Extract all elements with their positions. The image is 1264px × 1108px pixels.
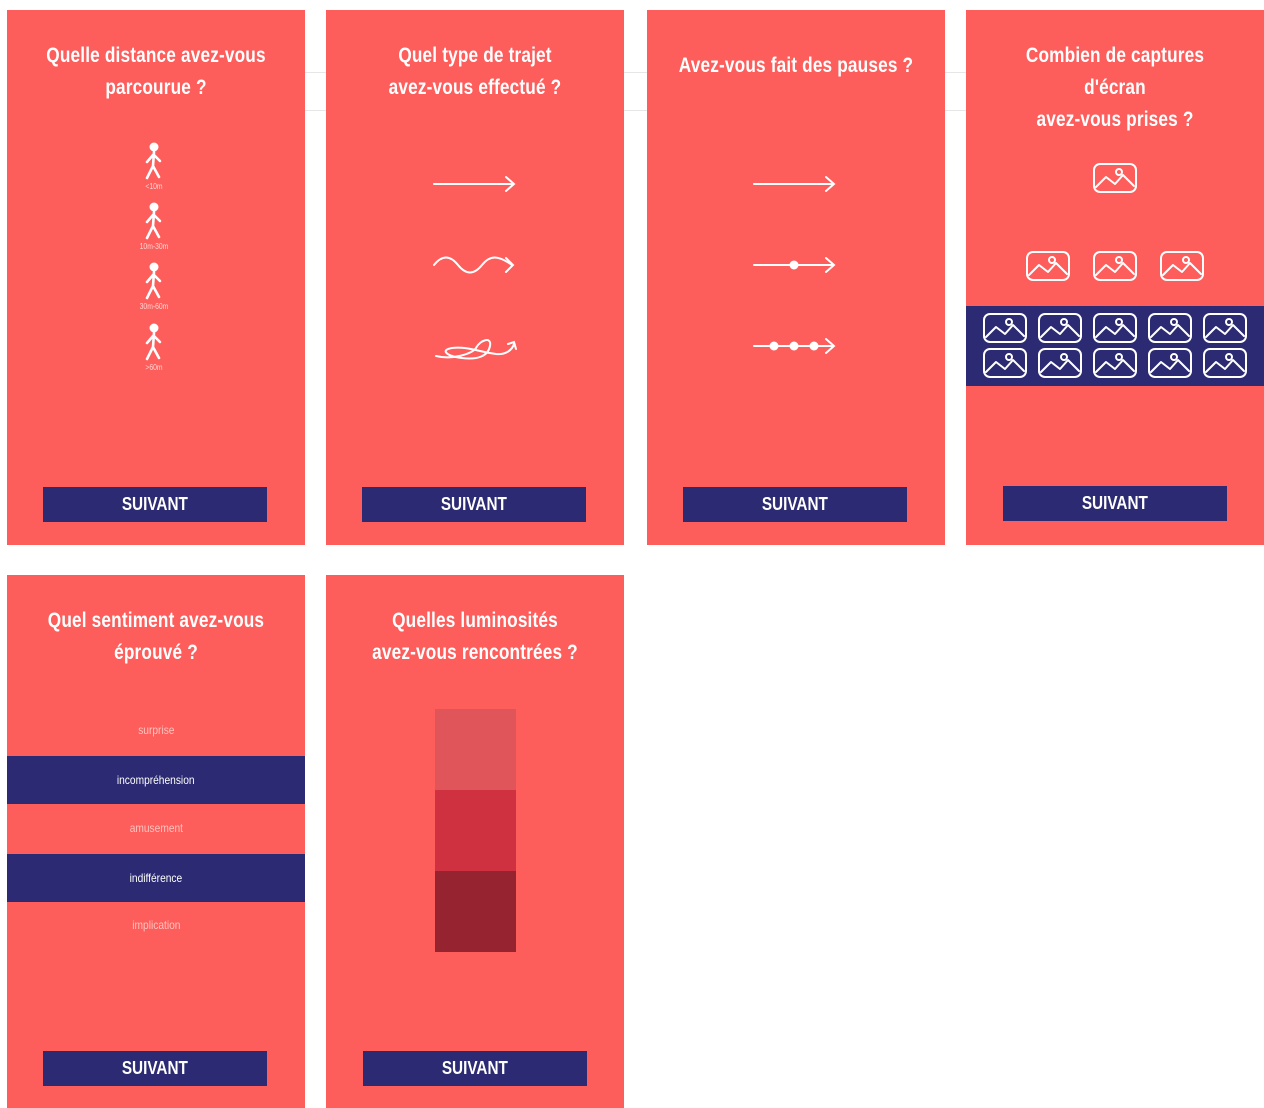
image-icon — [1038, 313, 1082, 343]
sentiment-option-surprise[interactable]: surprise — [7, 706, 305, 754]
title-line: Avez-vous fait des pauses ? — [678, 54, 914, 77]
one-pause-arrow-icon[interactable] — [752, 255, 838, 275]
sentiment-label: amusement — [129, 821, 183, 835]
screen-luminosite: Quelles luminosités avez-vous rencontrée… — [326, 575, 624, 1108]
image-icon — [1203, 313, 1247, 343]
image-icon — [1038, 348, 1082, 378]
three-pause-arrow-icon[interactable] — [752, 336, 838, 356]
distance-label: 30m-60m — [139, 302, 169, 311]
title-line: avez-vous rencontrées ? — [372, 641, 578, 664]
sentiment-option-indifference[interactable]: indifférence — [7, 854, 305, 902]
sentiment-label: surprise — [137, 723, 175, 737]
distance-option-lt10m[interactable]: <10m — [139, 142, 169, 191]
title-line: avez-vous prises ? — [1036, 108, 1194, 131]
image-icon — [1093, 163, 1137, 193]
button-label: SUIVANT — [440, 494, 508, 514]
button-label: SUIVANT — [121, 1058, 189, 1078]
screen-title: Quelle distance avez-vous parcourue ? — [34, 40, 278, 104]
sentiment-label: implication — [131, 918, 181, 932]
title-line: Quel type de trajet — [398, 44, 552, 67]
title-line: Quelle distance avez-vous — [46, 44, 266, 67]
image-icon — [1148, 348, 1192, 378]
button-label: SUIVANT — [1081, 493, 1149, 513]
distance-option-30m-60m[interactable]: 30m-60m — [139, 262, 169, 311]
screen-trajet: Quel type de trajet avez-vous effectué ?… — [326, 10, 624, 545]
title-line: parcourue ? — [105, 76, 207, 99]
suivant-button[interactable]: SUIVANT — [683, 487, 907, 522]
screen-title: Quelles luminosités avez-vous rencontrée… — [353, 605, 597, 669]
title-line: Quel sentiment avez-vous — [47, 609, 265, 632]
screen-title: Quel sentiment avez-vous éprouvé ? — [34, 605, 278, 669]
image-icon — [1160, 251, 1204, 281]
screen-title: Combien de captures d'écran avez-vous pr… — [993, 40, 1237, 136]
suivant-button[interactable]: SUIVANT — [362, 487, 586, 522]
sentiment-label: indifférence — [129, 871, 183, 885]
distance-option-10m-30m[interactable]: 10m-30m — [139, 202, 169, 251]
screen-captures: Combien de captures d'écran avez-vous pr… — [966, 10, 1264, 545]
sentiment-option-incomprehension[interactable]: incompréhension — [7, 756, 305, 804]
no-pause-arrow-icon[interactable] — [752, 174, 838, 194]
straight-arrow-icon[interactable] — [432, 174, 518, 194]
screen-distance: Quelle distance avez-vous parcourue ? <1… — [7, 10, 305, 545]
image-icon — [983, 348, 1027, 378]
sentiment-option-amusement[interactable]: amusement — [7, 804, 305, 852]
capture-option-1[interactable] — [966, 158, 1264, 198]
image-icon — [1026, 251, 1070, 281]
button-label: SUIVANT — [441, 1058, 509, 1078]
luminosity-swatch-light[interactable] — [435, 709, 516, 790]
button-label: SUIVANT — [121, 494, 189, 514]
button-label: SUIVANT — [761, 494, 829, 514]
title-line: éprouvé ? — [114, 641, 198, 664]
title-line: avez-vous effectué ? — [388, 76, 562, 99]
suivant-button[interactable]: SUIVANT — [363, 1051, 587, 1086]
distance-label: <10m — [145, 182, 163, 191]
suivant-button[interactable]: SUIVANT — [43, 487, 267, 522]
sentiment-label: incompréhension — [117, 773, 195, 787]
image-icon — [1148, 313, 1192, 343]
image-icon — [1093, 348, 1137, 378]
capture-option-3[interactable] — [966, 246, 1264, 286]
screen-title: Quel type de trajet avez-vous effectué ? — [353, 40, 597, 104]
screen-sentiment: Quel sentiment avez-vous éprouvé ? surpr… — [7, 575, 305, 1108]
title-line: Combien de captures d'écran — [1025, 44, 1205, 99]
luminosity-swatch-medium[interactable] — [435, 790, 516, 871]
image-icon — [983, 313, 1027, 343]
looped-arrow-icon[interactable] — [432, 330, 518, 364]
image-icon — [1203, 348, 1247, 378]
screen-pauses: Avez-vous fait des pauses ? SUIVANT — [647, 10, 945, 545]
suivant-button[interactable]: SUIVANT — [1003, 486, 1227, 521]
image-icon — [1093, 251, 1137, 281]
image-icon — [1093, 313, 1137, 343]
sentiment-option-implication[interactable]: implication — [7, 901, 305, 949]
title-line: Quelles luminosités — [392, 609, 558, 632]
distance-option-gt60m[interactable]: >60m — [139, 323, 169, 372]
distance-label: 10m-30m — [139, 242, 169, 251]
wavy-arrow-icon[interactable] — [432, 252, 518, 278]
screen-title: Avez-vous fait des pauses ? — [674, 50, 918, 82]
suivant-button[interactable]: SUIVANT — [43, 1051, 267, 1086]
luminosity-swatch-dark[interactable] — [435, 871, 516, 952]
capture-option-10[interactable] — [966, 306, 1264, 386]
distance-label: >60m — [145, 363, 163, 372]
